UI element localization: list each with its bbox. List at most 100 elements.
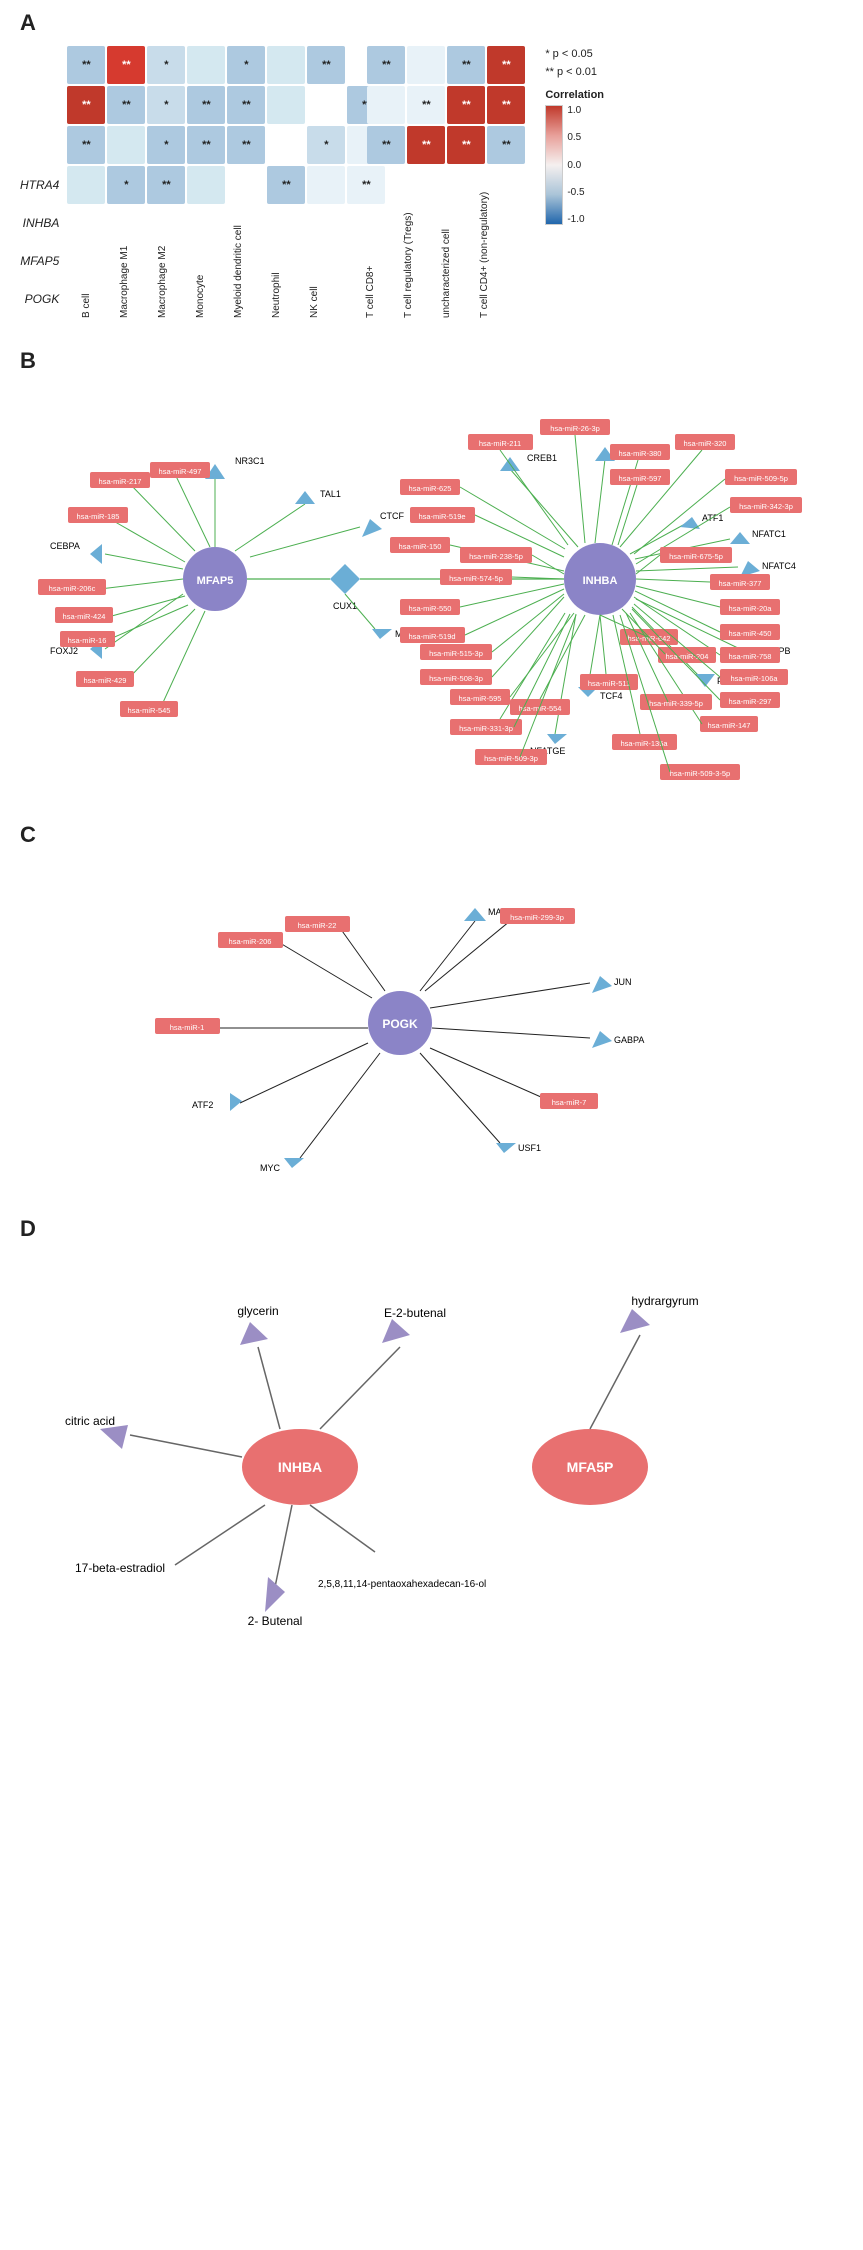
pentaox-label: 2,5,8,11,14-pentaoxahexadecan-16-ol <box>318 1579 486 1590</box>
network-b-svg: MFAP5 INHBA CUX1 NR3C1 CEBPA <box>20 379 840 799</box>
nfatc1-label: NFATC1 <box>752 529 786 539</box>
edge-pogk-jun <box>430 983 590 1008</box>
edge-mfap5-foxj2 <box>105 594 183 649</box>
mir26-label: hsa-miR-26-3p <box>550 424 600 433</box>
mir147-label: hsa-miR-147 <box>708 721 751 730</box>
edge-inhba-mir20a <box>636 586 720 607</box>
edge-mef2a <box>345 594 375 629</box>
cell-1-10: ** <box>407 86 445 124</box>
edge-inhba-ctcf <box>250 527 360 557</box>
mir509-3-5p-label: hsa-miR-509-3-5p <box>670 769 730 778</box>
mir509-5p-label: hsa-miR-509-5p <box>734 474 788 483</box>
nfatge-node <box>547 734 567 744</box>
mir331-3p-label: hsa-miR-331-3p <box>459 724 513 733</box>
edge-mfap5-mir429 <box>128 609 195 679</box>
panel-b: B MFAP5 INHBA CUX1 NR3C1 <box>20 348 843 802</box>
mir320-label: hsa-miR-320 <box>684 439 727 448</box>
panel-c: C POGK MAX JUN GABPA <box>20 822 843 1196</box>
mir185-label: hsa-miR-185 <box>77 512 120 521</box>
cell-0-10: ** <box>447 46 485 84</box>
cell-0-5 <box>267 46 305 84</box>
mir429-label: hsa-miR-429 <box>84 676 127 685</box>
cell-3-1: ** <box>447 126 485 164</box>
row-label-2: MFAP5 <box>20 242 63 280</box>
mir545-label: hsa-miR-545 <box>128 706 171 715</box>
mir758-label: hsa-miR-758 <box>729 652 772 661</box>
edge-glycerin <box>258 1347 280 1429</box>
panel-b-label: B <box>20 348 843 374</box>
tick-4: -0.5 <box>567 187 584 198</box>
cell-2-2: ** <box>67 126 105 164</box>
panel-c-label: C <box>20 822 843 848</box>
mir519d-label: hsa-miR-519d <box>408 632 455 641</box>
e2butenal-arrow <box>382 1319 410 1343</box>
edge-mfap5-tal1 <box>235 504 305 551</box>
gabpa-label: GABPA <box>614 1035 644 1045</box>
legend-bar-container: 1.0 0.5 0.0 -0.5 -1.0 <box>545 105 584 225</box>
mir515-3p-label: hsa-miR-515-3p <box>429 649 483 658</box>
tick-2: 0.5 <box>567 132 584 143</box>
edge-mfap5-cebpa <box>105 554 183 569</box>
mir424-label: hsa-miR-424 <box>63 612 106 621</box>
cell-0-9 <box>407 46 445 84</box>
cell-2-3 <box>107 126 145 164</box>
cell-1-2: ** <box>107 86 145 124</box>
nfatc1-node <box>730 532 750 544</box>
cell-0-1: ** <box>107 46 145 84</box>
sig-label-2: ** p < 0.01 <box>545 64 597 82</box>
edge-mfap5-mir185 <box>110 519 185 562</box>
cell-1-4: ** <box>187 86 225 124</box>
mir597-label: hsa-miR-597 <box>619 474 662 483</box>
col-label-8: T cell regulatory (Tregs) <box>403 208 414 318</box>
cell-2-10: ** <box>367 126 405 164</box>
edge-mfap5-mir217 <box>130 484 195 551</box>
17beta-label: 17-beta-estradiol <box>75 1561 165 1575</box>
cux1-node <box>330 564 360 594</box>
cell-2-5: ** <box>187 126 225 164</box>
cell-3-3 <box>67 166 105 204</box>
mir509-3p-label: hsa-miR-509-3p <box>484 754 538 763</box>
jun-node <box>592 976 612 993</box>
max-node <box>464 908 486 921</box>
citric-acid-arrow <box>100 1425 128 1449</box>
edge-inhba-mir515-3p <box>492 594 564 652</box>
cell-2-4: * <box>147 126 185 164</box>
edge-inhba-nfatc4 <box>636 567 738 571</box>
cell-0-3 <box>187 46 225 84</box>
mir497-label: hsa-miR-497 <box>159 467 202 476</box>
mir574-5p-label: hsa-miR-574-5p <box>449 574 503 583</box>
atf2-node <box>230 1093 242 1111</box>
panel-a-label: A <box>20 10 843 36</box>
cell-1-0: ** <box>487 46 525 84</box>
tick-1: 1.0 <box>567 105 584 116</box>
panel-a: A HTRA4 INHBA MFAP5 POGK ** <box>20 10 843 318</box>
e2butenal-label: E-2-butenal <box>384 1306 446 1320</box>
mir16-label: hsa-miR-16 <box>68 636 107 645</box>
cell-3-5: ** <box>147 166 185 204</box>
cell-1-9 <box>367 86 405 124</box>
col-label-1: Macrophage M1 <box>119 208 130 318</box>
col-label-4: Myeloid dendritic cell <box>233 208 244 318</box>
edge-inhba-mir519d <box>465 589 564 635</box>
mir595-label: hsa-miR-595 <box>459 694 502 703</box>
pogk-label: POGK <box>382 1017 418 1031</box>
edge-inhba-mir508-3p <box>492 597 564 677</box>
mir675-5p-label: hsa-miR-675-5p <box>669 552 723 561</box>
cell-2-0: ** <box>447 86 485 124</box>
cell-0-8: ** <box>367 46 405 84</box>
jun-label: JUN <box>614 977 632 987</box>
edge-inhba-nfatge <box>555 614 576 734</box>
cell-1-6 <box>267 86 305 124</box>
mir211-label: hsa-miR-211 <box>479 439 521 448</box>
edge-2butenal <box>275 1505 292 1587</box>
mir342-3p-label: hsa-miR-342-3p <box>739 502 793 511</box>
inhba-d-label: INHBA <box>278 1459 322 1475</box>
mir206c-label: hsa-miR-206c <box>49 584 96 593</box>
cell-3-4: * <box>107 166 145 204</box>
col-label-7: T cell CD8+ <box>365 208 376 318</box>
mir297-label: hsa-miR-297 <box>729 697 772 706</box>
edge-pogk-gabpa <box>432 1028 590 1038</box>
edge-inhba-mir511 <box>600 615 606 674</box>
legend: * p < 0.05 ** p < 0.01 Correlation 1.0 0… <box>545 46 604 225</box>
cell-2-8: * <box>307 126 345 164</box>
